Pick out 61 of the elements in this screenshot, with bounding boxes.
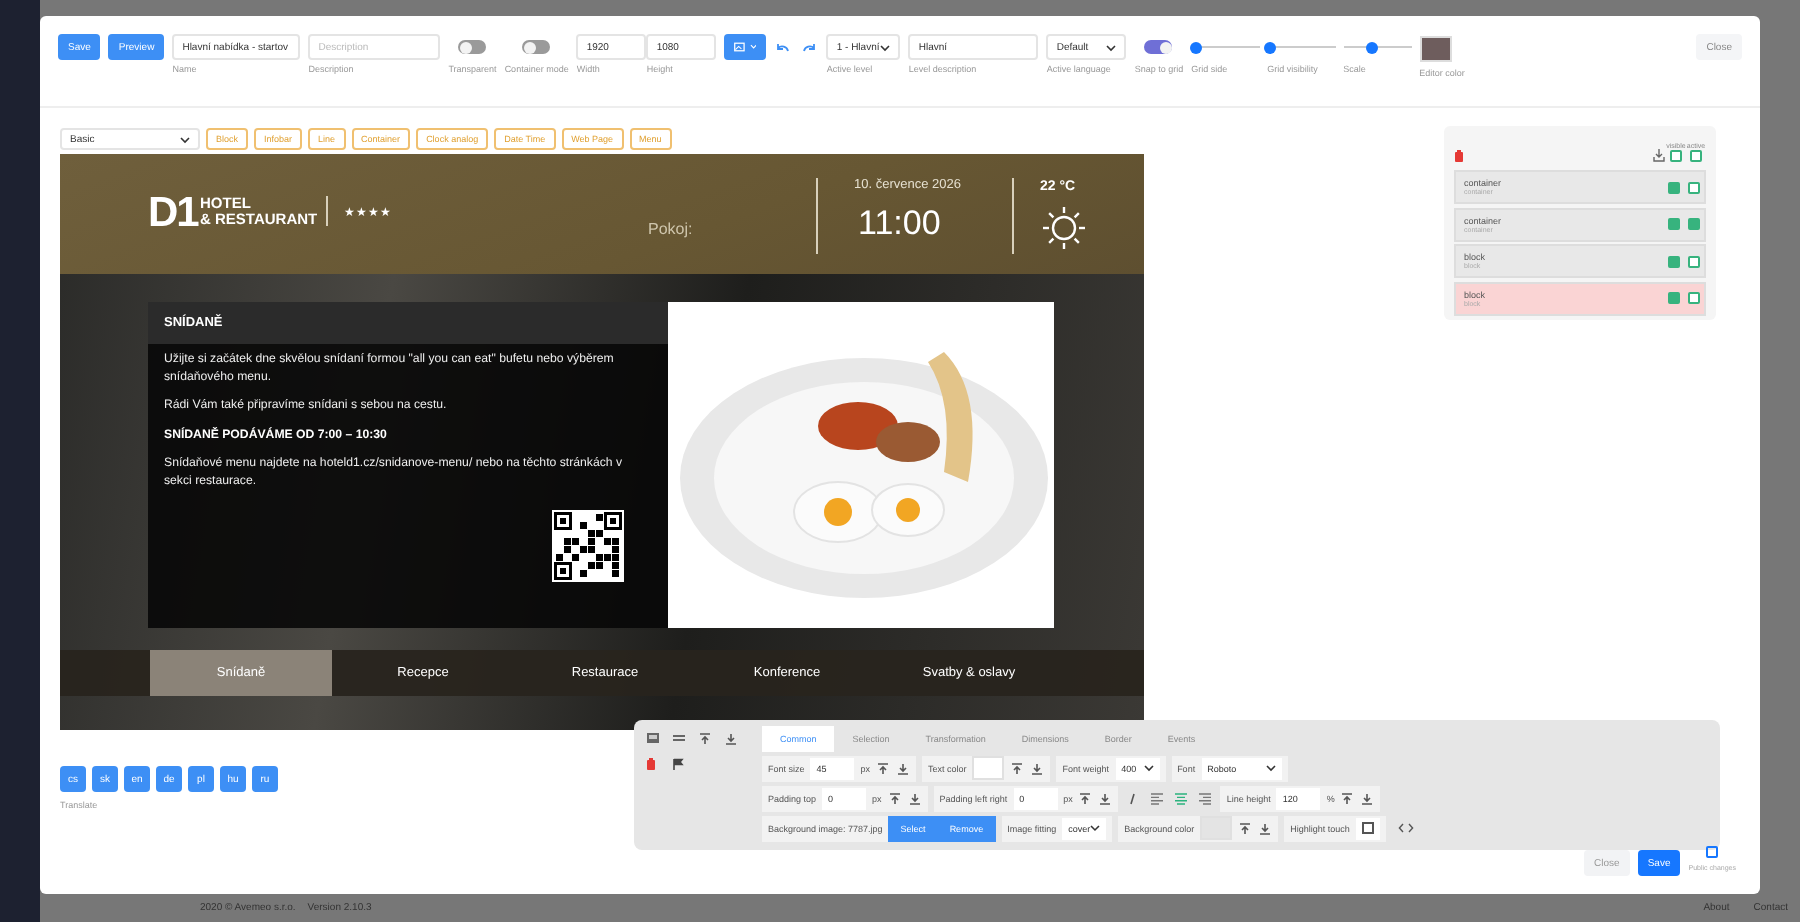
toggle-switch[interactable] [1144, 40, 1173, 54]
caret-icon [180, 135, 190, 143]
checkbox[interactable] [1668, 218, 1680, 230]
caret-icon [749, 44, 757, 50]
checkbox[interactable] [1688, 292, 1700, 304]
checkbox[interactable] [1670, 150, 1682, 162]
upload-icon[interactable] [1078, 791, 1093, 806]
upload-icon[interactable] [876, 761, 891, 776]
download-icon[interactable] [1360, 791, 1375, 806]
caret-icon [880, 43, 891, 51]
slider-thumb[interactable] [1365, 41, 1378, 53]
image-dropdown-button[interactable] [724, 34, 767, 60]
toggle-switch[interactable] [522, 40, 551, 54]
checkbox[interactable] [1688, 181, 1700, 193]
color-swatch[interactable] [972, 756, 1005, 781]
checkbox[interactable] [1688, 255, 1700, 267]
download-icon[interactable] [1098, 791, 1113, 806]
download-icon[interactable] [724, 732, 738, 746]
layers-icon[interactable] [672, 732, 686, 744]
download-icon[interactable] [1652, 148, 1666, 162]
download-icon[interactable] [1258, 821, 1273, 836]
upload-icon[interactable] [698, 732, 712, 746]
room-label: Pokoj: [648, 220, 693, 238]
time-text: 11:00 [858, 204, 941, 244]
trash-icon[interactable] [646, 758, 656, 770]
checkbox[interactable] [1668, 292, 1680, 304]
slider-thumb[interactable] [1190, 41, 1203, 53]
slider[interactable] [1191, 41, 1260, 53]
checkbox[interactable] [1668, 255, 1680, 267]
caret-icon [1265, 764, 1276, 773]
upload-icon[interactable] [1340, 791, 1355, 806]
upload-icon[interactable] [1238, 821, 1253, 836]
toggle-switch[interactable] [458, 40, 487, 54]
caret-icon [1090, 824, 1101, 833]
caret-icon [1143, 764, 1154, 773]
slider[interactable] [1267, 41, 1336, 53]
flag-icon[interactable] [672, 758, 684, 770]
checkbox[interactable] [1668, 181, 1680, 193]
sun-icon [1040, 204, 1088, 252]
checkbox[interactable] [1706, 846, 1719, 858]
logo-text: D1 [148, 190, 198, 238]
download-icon[interactable] [907, 791, 922, 806]
download-icon[interactable] [1030, 761, 1045, 776]
checkbox[interactable] [1690, 150, 1702, 162]
qr-code-icon [552, 510, 624, 582]
image-icon[interactable] [646, 732, 660, 744]
checkbox[interactable] [1361, 822, 1374, 835]
image-icon [734, 42, 746, 52]
align-right-icon[interactable] [1196, 791, 1215, 806]
upload-icon[interactable] [1010, 761, 1025, 776]
download-icon[interactable] [896, 761, 911, 776]
caret-icon [1106, 43, 1117, 51]
color-swatch[interactable] [1419, 36, 1452, 62]
slider[interactable] [1343, 41, 1412, 53]
align-center-icon[interactable] [1172, 791, 1191, 806]
upload-icon[interactable] [887, 791, 902, 806]
checkbox[interactable] [1688, 218, 1700, 230]
trash-icon[interactable] [1454, 150, 1464, 162]
align-left-icon[interactable] [1148, 791, 1167, 806]
slider-thumb[interactable] [1264, 41, 1277, 53]
code-icon[interactable] [1397, 822, 1414, 835]
